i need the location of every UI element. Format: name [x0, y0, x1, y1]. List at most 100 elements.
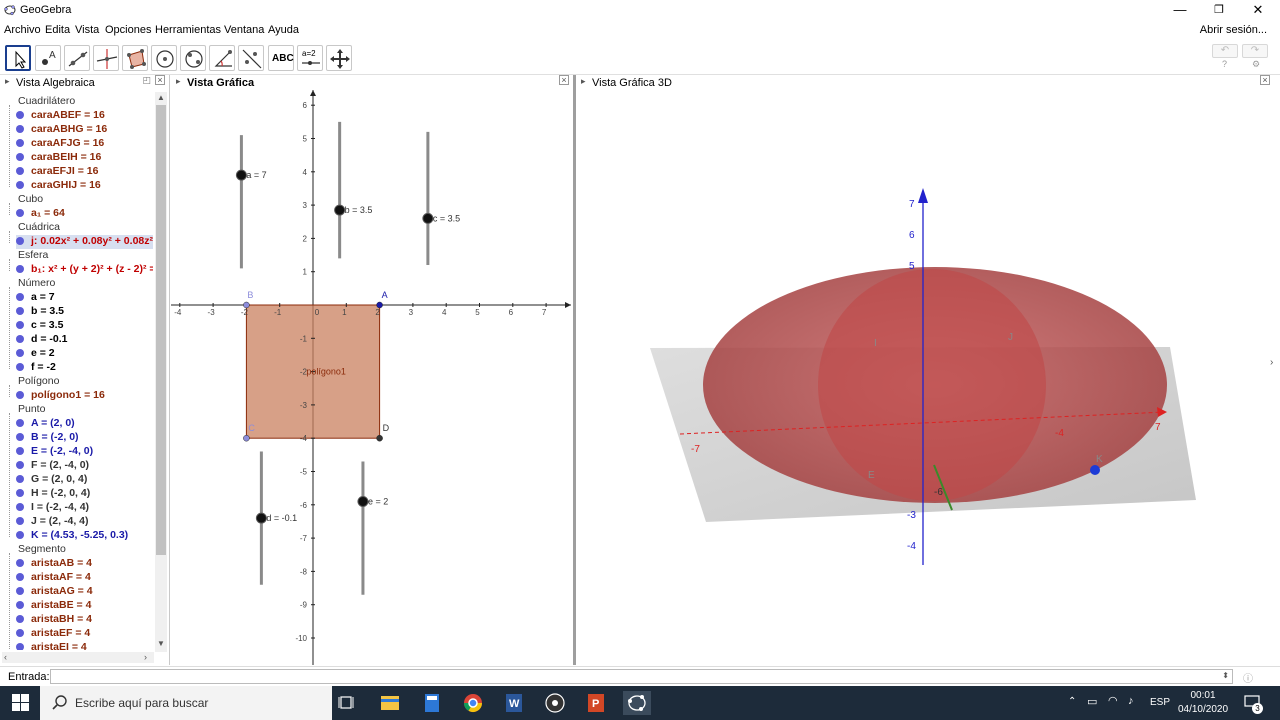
visibility-toggle-dot[interactable]: [16, 489, 24, 497]
calculator-icon[interactable]: [418, 691, 446, 715]
file-explorer-icon[interactable]: [376, 691, 404, 715]
visibility-toggle-dot[interactable]: [16, 559, 24, 567]
circle-tool-button[interactable]: [151, 45, 177, 71]
point-d[interactable]: [376, 434, 383, 442]
perpendicular-tool-button[interactable]: [93, 45, 119, 71]
collapse-arrow-icon[interactable]: ▸: [581, 76, 586, 87]
slider-tool-button[interactable]: a=2: [297, 45, 323, 71]
algebra-group-header[interactable]: Esfera: [18, 249, 48, 263]
menu-edita[interactable]: Edita: [45, 24, 70, 36]
visibility-toggle-dot[interactable]: [16, 643, 24, 650]
slider-knob[interactable]: [422, 212, 434, 224]
text-tool-button[interactable]: ABC: [268, 45, 294, 71]
point-tool-button[interactable]: A: [35, 45, 61, 71]
visibility-toggle-dot[interactable]: [16, 587, 24, 595]
slider-knob[interactable]: [235, 169, 247, 181]
graphics-3d-view[interactable]: ▸ Vista Gráfica 3D × 7 6 5 -3 -4 -7 7 -4 -6 I J K E …: [576, 75, 1274, 665]
algebra-group-header[interactable]: Polígono: [18, 375, 59, 389]
visibility-toggle-dot[interactable]: [16, 181, 24, 189]
taskbar-search-box[interactable]: Escribe aquí para buscar: [40, 686, 332, 720]
undo-button[interactable]: ↶: [1212, 44, 1238, 58]
signin-link[interactable]: Abrir sesión...: [1200, 24, 1267, 36]
undock-icon[interactable]: ◰: [142, 75, 151, 86]
close-algebra-view-button[interactable]: ×: [155, 75, 165, 85]
input-dropdown-icon[interactable]: ⬍: [1222, 671, 1229, 680]
visibility-toggle-dot[interactable]: [16, 419, 24, 427]
point-c[interactable]: [243, 434, 250, 442]
geogebra-taskbar-icon[interactable]: [623, 691, 651, 715]
language-indicator[interactable]: ESP: [1150, 697, 1170, 708]
point-k-3d[interactable]: [1090, 465, 1100, 475]
visibility-toggle-dot[interactable]: [16, 265, 24, 273]
slider-knob[interactable]: [357, 495, 369, 507]
visibility-toggle-dot[interactable]: [16, 601, 24, 609]
algebra-group-header[interactable]: Cuadrilátero: [18, 95, 75, 109]
wifi-icon[interactable]: ◠: [1108, 694, 1118, 707]
chrome-icon[interactable]: [459, 691, 487, 715]
graphics-canvas[interactable]: -4 -3 -2 -1 0 1 2 3 4 5 6 7654321-1-2-3-4-5-6-7-8-9…: [171, 90, 573, 665]
visibility-toggle-dot[interactable]: [16, 293, 24, 301]
settings-gear-icon[interactable]: ⚙: [1252, 59, 1260, 70]
slider-knob[interactable]: [255, 512, 267, 524]
scroll-right-arrow-icon[interactable]: ›: [144, 652, 147, 662]
input-field[interactable]: ⬍: [50, 669, 1233, 684]
close-button[interactable]: ✕: [1238, 0, 1278, 21]
menu-ventana[interactable]: Ventana: [224, 24, 264, 36]
obs-icon[interactable]: [541, 691, 569, 715]
scroll-up-arrow-icon[interactable]: ▲: [157, 93, 165, 102]
visibility-toggle-dot[interactable]: [16, 391, 24, 399]
algebra-group-header[interactable]: Número: [18, 277, 55, 291]
algebra-scroll-thumb[interactable]: [156, 105, 166, 555]
slider-knob[interactable]: [334, 204, 346, 216]
redo-button[interactable]: ↷: [1242, 44, 1268, 58]
point-b[interactable]: [243, 301, 250, 309]
visibility-toggle-dot[interactable]: [16, 209, 24, 217]
reflect-tool-button[interactable]: [238, 45, 264, 71]
help-icon[interactable]: ?: [1222, 59, 1227, 69]
algebra-group-header[interactable]: Cuádrica: [18, 221, 60, 235]
visibility-toggle-dot[interactable]: [16, 125, 24, 133]
visibility-toggle-dot[interactable]: [16, 629, 24, 637]
visibility-toggle-dot[interactable]: [16, 573, 24, 581]
visibility-toggle-dot[interactable]: [16, 363, 24, 371]
visibility-toggle-dot[interactable]: [16, 167, 24, 175]
algebra-horizontal-scrollbar[interactable]: [2, 652, 154, 663]
collapse-arrow-icon[interactable]: ▸: [176, 76, 181, 87]
angle-tool-button[interactable]: [209, 45, 235, 71]
visibility-toggle-dot[interactable]: [16, 447, 24, 455]
clock[interactable]: 00:01 04/10/2020: [1172, 689, 1234, 717]
collapse-arrow-icon[interactable]: ▸: [5, 76, 10, 87]
scroll-down-arrow-icon[interactable]: ▼: [157, 639, 165, 648]
volume-icon[interactable]: ♪: [1128, 695, 1134, 707]
visibility-toggle-dot[interactable]: [16, 531, 24, 539]
visibility-toggle-dot[interactable]: [16, 139, 24, 147]
visibility-toggle-dot[interactable]: [16, 111, 24, 119]
conic-tool-button[interactable]: [180, 45, 206, 71]
polygon-tool-button[interactable]: [122, 45, 148, 71]
visibility-toggle-dot[interactable]: [16, 153, 24, 161]
windows-start-icon[interactable]: [12, 694, 30, 715]
visibility-toggle-dot[interactable]: [16, 615, 24, 623]
word-icon[interactable]: W: [500, 691, 528, 715]
visibility-toggle-dot[interactable]: [16, 475, 24, 483]
task-view-icon[interactable]: [334, 691, 362, 715]
visibility-toggle-dot[interactable]: [16, 517, 24, 525]
algebra-group-header[interactable]: Segmento: [18, 543, 66, 557]
sphere-surface[interactable]: [818, 269, 1046, 501]
show-hidden-icons-icon[interactable]: ⌃: [1068, 696, 1076, 707]
scroll-left-arrow-icon[interactable]: ‹: [4, 652, 7, 662]
algebra-group-header[interactable]: Cubo: [18, 193, 43, 207]
visibility-toggle-dot[interactable]: [16, 503, 24, 511]
visibility-toggle-dot[interactable]: [16, 321, 24, 329]
algebra-group-header[interactable]: Punto: [18, 403, 45, 417]
algebra-item[interactable]: j: 0.02x² + 0.08y² + 0.08z²: [16, 235, 153, 249]
line-tool-button[interactable]: [64, 45, 90, 71]
maximize-button[interactable]: ❐: [1199, 0, 1239, 21]
visibility-toggle-dot[interactable]: [16, 307, 24, 315]
minimize-button[interactable]: —: [1160, 0, 1200, 21]
menu-ayuda[interactable]: Ayuda: [268, 24, 299, 36]
graphics-3d-canvas[interactable]: 7 6 5 -3 -4 -7 7 -4 -6 I J K E: [576, 90, 1274, 665]
visibility-toggle-dot[interactable]: [16, 433, 24, 441]
close-graphics-view-button[interactable]: ×: [559, 75, 569, 85]
expand-arrow-icon[interactable]: ›: [1270, 357, 1273, 368]
